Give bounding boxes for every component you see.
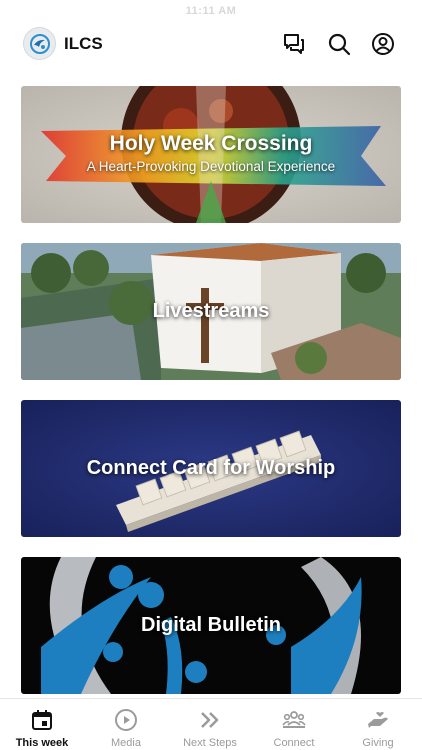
tab-label: Connect — [273, 737, 315, 749]
tab-label: This week — [15, 737, 69, 749]
card-livestreams[interactable]: Livestreams — [21, 243, 401, 380]
tab-connect[interactable]: Connect — [252, 699, 336, 750]
tab-this-week[interactable]: This week — [0, 699, 84, 750]
card-subtitle: A Heart-Provoking Devotional Experience — [86, 159, 336, 174]
chat-icon[interactable] — [280, 30, 308, 58]
card-title: Livestreams — [152, 300, 270, 322]
card-holy-week-crossing[interactable]: Holy Week Crossing A Heart-Provoking Dev… — [21, 86, 401, 223]
tab-label: Giving — [362, 737, 394, 749]
tab-label: Media — [111, 737, 141, 749]
status-time: 11:11 AM — [185, 5, 237, 17]
profile-icon[interactable] — [369, 30, 397, 58]
app-title: ILCS — [64, 34, 103, 53]
card-digital-bulletin[interactable]: Digital Bulletin — [21, 557, 401, 694]
bottom-tab-bar: This week Media Next Steps Connect Givin… — [0, 698, 422, 750]
play-icon — [115, 709, 137, 731]
tab-media[interactable]: Media — [84, 699, 168, 750]
tab-label: Next Steps — [183, 737, 237, 749]
logo-icon[interactable] — [23, 27, 56, 60]
card-connect-card-for-worship[interactable]: Connect Card for Worship — [21, 400, 401, 537]
app-header: ILCS — [0, 22, 422, 66]
card-title: Digital Bulletin — [141, 614, 281, 636]
card-title: Holy Week Crossing — [109, 131, 313, 155]
giving-icon — [368, 712, 388, 728]
next-steps-icon — [201, 712, 219, 728]
tab-next-steps[interactable]: Next Steps — [168, 699, 252, 750]
tab-giving[interactable]: Giving — [336, 699, 420, 750]
search-icon[interactable] — [325, 30, 353, 58]
calendar-icon — [32, 710, 52, 730]
card-title: Connect Card for Worship — [86, 457, 336, 479]
status-bar: 11:11 AM — [0, 0, 422, 22]
people-icon — [282, 711, 306, 728]
